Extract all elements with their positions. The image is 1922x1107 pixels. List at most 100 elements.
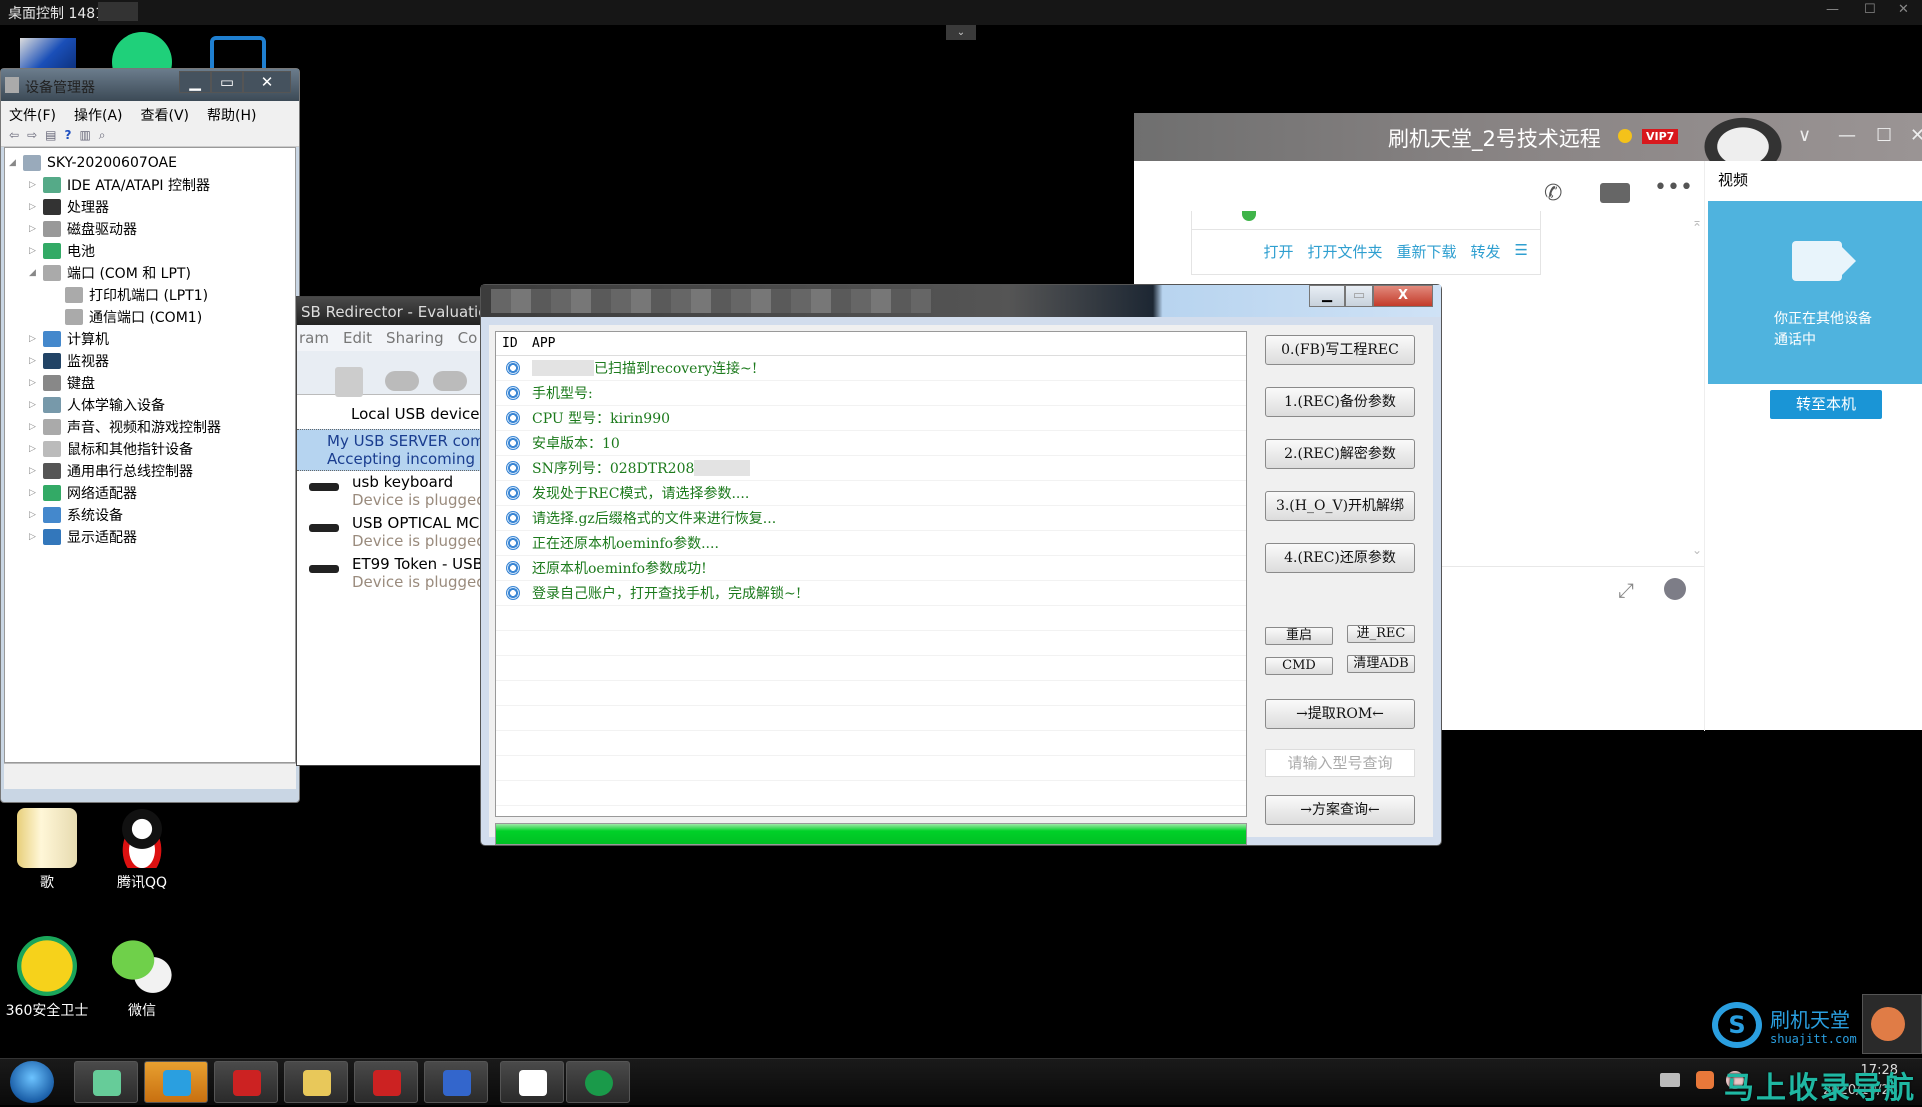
log-row[interactable]: CPU 型号：kirin990 bbox=[496, 406, 1246, 431]
tree-node[interactable]: ▷ 网络适配器 bbox=[9, 482, 295, 504]
usb-device-item[interactable]: usb keyboard Device is plugged bbox=[297, 471, 485, 512]
menu-program[interactable]: ram bbox=[299, 329, 329, 347]
tree-node[interactable]: 打印机端口 (LPT1) bbox=[9, 284, 295, 306]
chat-dropdown-button[interactable]: ∨ bbox=[1798, 125, 1811, 146]
floating-widget[interactable] bbox=[1862, 994, 1922, 1054]
flash-tool-titlebar[interactable]: ▁ ▭ X bbox=[481, 285, 1441, 317]
decrypt-params-button[interactable]: 2.(REC)解密参数 bbox=[1265, 439, 1415, 469]
history-clock-icon[interactable] bbox=[1664, 578, 1686, 600]
menu-help[interactable]: 帮助(H) bbox=[207, 105, 256, 124]
remove-server-icon[interactable] bbox=[335, 367, 363, 397]
expand-icon[interactable]: ▷ bbox=[29, 466, 43, 476]
maximize-button[interactable]: ▭ bbox=[211, 71, 243, 93]
tree-node[interactable]: ▷ 通用串行总线控制器 bbox=[9, 460, 295, 482]
usb-device-item[interactable]: USB OPTICAL MC Device is plugged bbox=[297, 512, 485, 553]
forward-icon[interactable]: ⇨ bbox=[27, 128, 37, 143]
chat-minimize-button[interactable]: — bbox=[1838, 125, 1856, 146]
expand-icon[interactable]: ▷ bbox=[29, 202, 43, 212]
menu-view[interactable]: 查看(V) bbox=[141, 105, 190, 124]
expand-icon[interactable]: ▷ bbox=[29, 246, 43, 256]
log-row[interactable]: 还原本机oeminfo参数成功! bbox=[496, 556, 1246, 581]
log-row[interactable]: 正在还原本机oeminfo参数.... bbox=[496, 531, 1246, 556]
scroll-up-icon[interactable]: ⌅ bbox=[1692, 215, 1702, 229]
solution-query-button[interactable]: →方案查询← bbox=[1265, 795, 1415, 825]
contact-avatar[interactable] bbox=[1698, 113, 1788, 161]
expand-icon[interactable]: ▷ bbox=[29, 334, 43, 344]
taskbar-app-button[interactable] bbox=[284, 1061, 348, 1103]
device-manager-titlebar[interactable]: 设备管理器 ▁ ▭ ✕ bbox=[1, 69, 299, 101]
log-row[interactable]: 安卓版本：10 bbox=[496, 431, 1246, 456]
menu-icon[interactable]: ☰ bbox=[1515, 241, 1528, 262]
remote-close-button[interactable]: ✕ bbox=[1898, 2, 1909, 17]
tree-root[interactable]: ◢ SKY-20200607OAE bbox=[9, 152, 295, 174]
file-redownload-link[interactable]: 重新下载 bbox=[1397, 241, 1457, 262]
menu-sharing[interactable]: Sharing bbox=[386, 329, 444, 347]
minimize-button[interactable]: ▁ bbox=[1309, 285, 1345, 307]
taskbar-app-button[interactable] bbox=[74, 1061, 138, 1103]
expand-icon[interactable]: ▷ bbox=[29, 400, 43, 410]
file-open-folder-link[interactable]: 打开文件夹 bbox=[1308, 241, 1383, 262]
taskbar-app-button[interactable] bbox=[354, 1061, 418, 1103]
reboot-button[interactable]: 重启 bbox=[1265, 627, 1333, 645]
transfer-to-this-device-button[interactable]: 转至本机 bbox=[1770, 390, 1882, 419]
desktop-icon-folder[interactable]: 歌 bbox=[2, 808, 92, 892]
expand-icon[interactable]: ▷ bbox=[29, 488, 43, 498]
expand-icon[interactable]: ▷ bbox=[29, 444, 43, 454]
tree-node[interactable]: ◢ 端口 (COM 和 LPT) bbox=[9, 262, 295, 284]
expand-icon[interactable]: ▷ bbox=[29, 224, 43, 234]
menu-action[interactable]: 操作(A) bbox=[74, 105, 123, 124]
tree-node[interactable]: ▷ 键盘 bbox=[9, 372, 295, 394]
log-row[interactable]: SN序列号：028DTR208 bbox=[496, 456, 1246, 481]
column-app[interactable]: APP bbox=[532, 336, 555, 351]
video-call-icon[interactable] bbox=[1600, 183, 1630, 203]
share-device-icon[interactable] bbox=[385, 371, 419, 391]
clean-adb-button[interactable]: 清理ADB bbox=[1347, 655, 1415, 673]
properties-icon[interactable]: ▤ bbox=[45, 128, 56, 143]
expand-icon[interactable]: ▷ bbox=[29, 378, 43, 388]
help-icon[interactable]: ? bbox=[64, 128, 71, 143]
menu-edit[interactable]: Edit bbox=[343, 329, 372, 347]
expand-icon[interactable]: ▷ bbox=[29, 422, 43, 432]
desktop-icon-qq[interactable]: 腾讯QQ bbox=[97, 808, 187, 892]
log-row[interactable]: 手机型号: bbox=[496, 381, 1246, 406]
taskbar-app-button[interactable] bbox=[500, 1061, 564, 1103]
usb-redirector-title[interactable]: SB Redirector - Evaluation bbox=[297, 297, 485, 325]
usb-server-item[interactable]: My USB SERVER com Accepting incoming bbox=[297, 429, 485, 471]
expand-icon[interactable]: ▷ bbox=[29, 356, 43, 366]
desktop-icon-wechat[interactable]: 微信 bbox=[97, 936, 187, 1020]
tree-node[interactable]: ▷ 系统设备 bbox=[9, 504, 295, 526]
tree-node[interactable]: 通信端口 (COM1) bbox=[9, 306, 295, 328]
tree-node[interactable]: ▷ 人体学输入设备 bbox=[9, 394, 295, 416]
chat-maximize-button[interactable]: ☐ bbox=[1876, 125, 1892, 146]
extract-rom-button[interactable]: →提取ROM← bbox=[1265, 699, 1415, 729]
taskbar-app-button[interactable] bbox=[144, 1061, 208, 1103]
tree-node[interactable]: ▷ 电池 bbox=[9, 240, 295, 262]
taskbar-app-button[interactable] bbox=[566, 1061, 630, 1103]
tree-node[interactable]: ▷ 监视器 bbox=[9, 350, 295, 372]
taskbar-app-button[interactable] bbox=[424, 1061, 488, 1103]
maximize-button[interactable]: ▭ bbox=[1345, 285, 1373, 307]
tree-node[interactable]: ▷ 计算机 bbox=[9, 328, 295, 350]
chat-header[interactable]: 刷机天堂_2号技术远程 VIP7 ∨ — ☐ ✕ bbox=[1134, 113, 1922, 161]
minimize-button[interactable]: ▁ bbox=[179, 71, 211, 93]
keyboard-icon[interactable] bbox=[1660, 1073, 1680, 1087]
close-button[interactable]: ✕ bbox=[243, 71, 291, 93]
cmd-button[interactable]: CMD bbox=[1265, 657, 1333, 675]
close-button[interactable]: X bbox=[1373, 285, 1433, 307]
file-forward-link[interactable]: 转发 bbox=[1471, 241, 1501, 262]
scroll-down-icon[interactable]: ⌄ bbox=[1692, 543, 1702, 557]
menu-file[interactable]: 文件(F) bbox=[9, 105, 56, 124]
phone-call-icon[interactable]: ✆ bbox=[1544, 181, 1562, 206]
view-icon[interactable]: ▥ bbox=[79, 128, 90, 143]
unshare-device-icon[interactable] bbox=[433, 371, 467, 391]
tree-node[interactable]: ▷ 声音、视频和游戏控制器 bbox=[9, 416, 295, 438]
log-row[interactable]: 已扫描到recovery连接~! bbox=[496, 356, 1246, 381]
boot-unbind-button[interactable]: 3.(H_O_V)开机解绑 bbox=[1265, 491, 1415, 521]
tree-node[interactable]: ▷ 鼠标和其他指针设备 bbox=[9, 438, 295, 460]
desktop-icon-360[interactable]: 360安全卫士 bbox=[2, 936, 92, 1020]
scan-hardware-icon[interactable]: ⌕ bbox=[99, 128, 106, 143]
menu-connection[interactable]: Co bbox=[458, 329, 478, 347]
file-open-link[interactable]: 打开 bbox=[1263, 241, 1293, 262]
remote-maximize-button[interactable]: ☐ bbox=[1864, 2, 1876, 17]
collapse-icon[interactable]: ◢ bbox=[9, 158, 23, 168]
